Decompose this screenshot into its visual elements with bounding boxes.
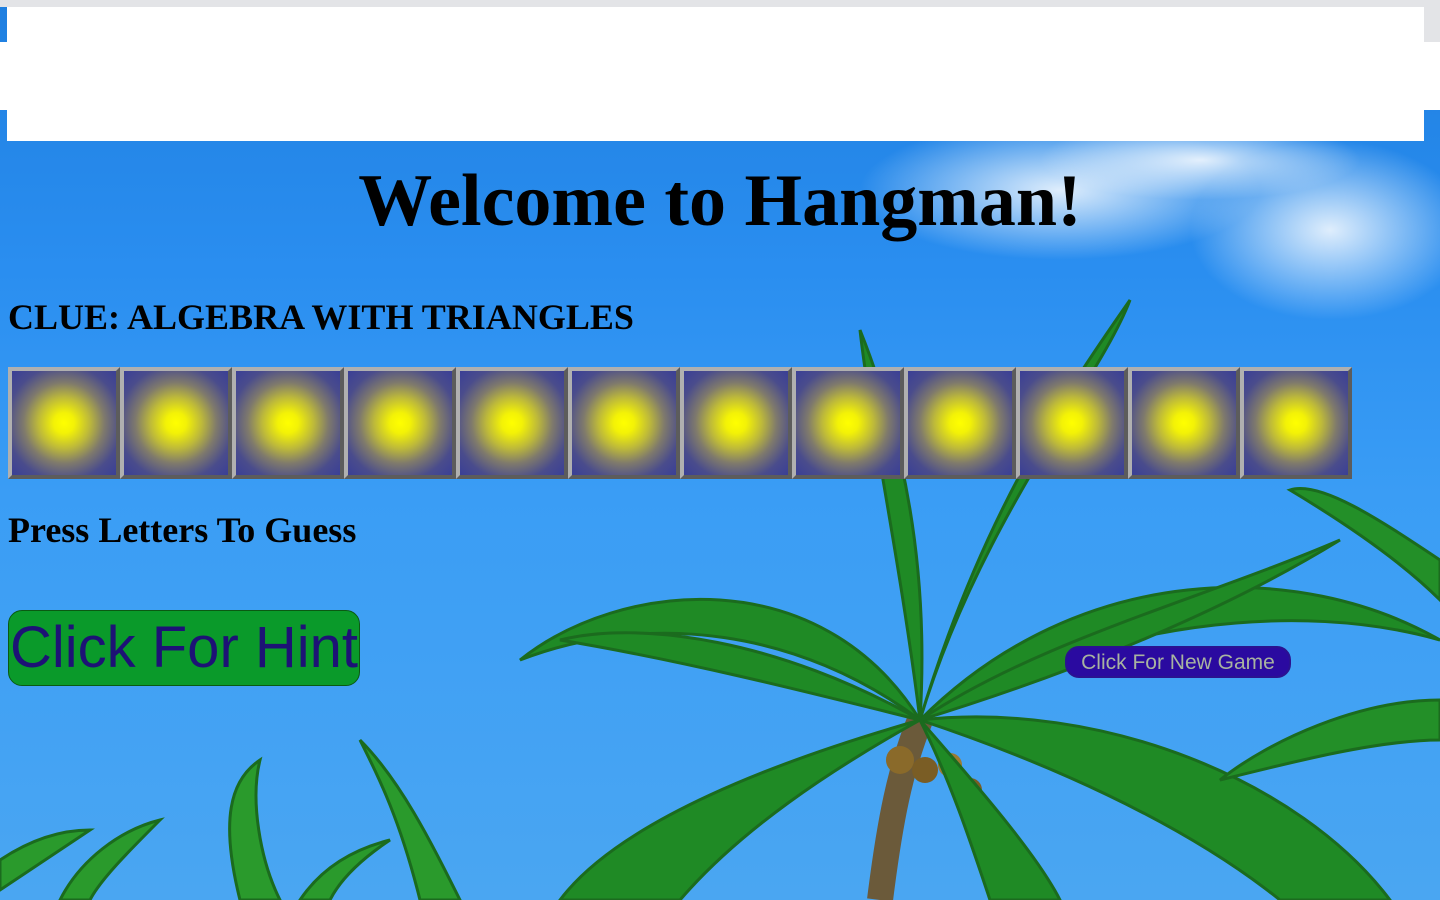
header-banner (7, 7, 1424, 141)
browser-top-strip-right (1424, 0, 1440, 42)
letter-tile (568, 367, 680, 479)
clue-heading: CLUE: ALGEBRA WITH TRIANGLES (8, 295, 634, 339)
letter-tile (904, 367, 1016, 479)
hint-button[interactable]: Click For Hint (8, 610, 360, 686)
header-banner-left-edge (0, 42, 7, 110)
browser-top-strip (0, 0, 1440, 7)
letter-tile (232, 367, 344, 479)
word-tiles (8, 367, 1352, 479)
letter-tile (680, 367, 792, 479)
letter-tile (1128, 367, 1240, 479)
letter-tile (8, 367, 120, 479)
new-game-button[interactable]: Click For New Game (1065, 646, 1291, 678)
clue-label: CLUE: (8, 297, 121, 337)
letter-tile (456, 367, 568, 479)
header-banner-right-edge (1424, 42, 1440, 110)
guess-instructions: Press Letters To Guess (8, 510, 357, 550)
letter-tile (792, 367, 904, 479)
letter-tile (120, 367, 232, 479)
page-title: Welcome to Hangman! (358, 160, 1082, 242)
letter-tile (344, 367, 456, 479)
letter-tile (1240, 367, 1352, 479)
letter-tile (1016, 367, 1128, 479)
clue-text: ALGEBRA WITH TRIANGLES (127, 297, 634, 337)
